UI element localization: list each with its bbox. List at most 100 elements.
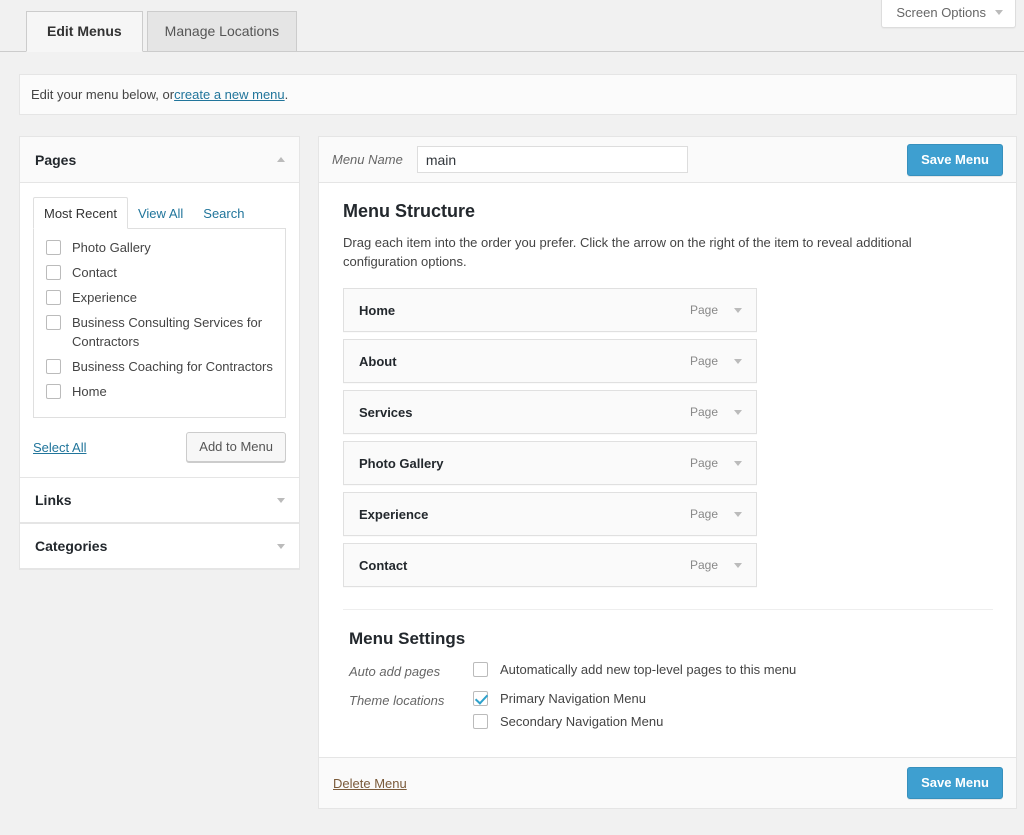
table-row[interactable]: Photo Gallery Page: [343, 441, 757, 485]
menu-editor-panel: Menu Name Save Menu Menu Structure Drag …: [318, 136, 1017, 809]
add-to-menu-button[interactable]: Add to Menu: [186, 432, 286, 462]
save-menu-button-bottom[interactable]: Save Menu: [907, 767, 1003, 799]
table-row[interactable]: Contact Page: [343, 543, 757, 587]
structure-help-text: Drag each item into the order you prefer…: [343, 235, 912, 269]
menu-item-meta: Page: [690, 456, 742, 470]
delete-menu-link[interactable]: Delete Menu: [333, 776, 407, 791]
menu-name-group: Menu Name: [332, 146, 688, 173]
pages-panel-body: Most Recent View All Search Photo Galler…: [20, 183, 299, 477]
select-all-link[interactable]: Select All: [33, 440, 86, 455]
chevron-down-icon[interactable]: [734, 307, 742, 313]
tab-list: Edit Menus Manage Locations: [26, 11, 301, 52]
menu-item-type: Page: [689, 507, 718, 521]
pages-tab-search-label: Search: [203, 206, 245, 221]
table-row[interactable]: Services Page: [343, 390, 757, 434]
chevron-down-icon[interactable]: [734, 460, 742, 466]
tab-edit-menus[interactable]: Edit Menus: [26, 11, 143, 52]
menu-editor-body: Menu Structure Drag each item into the o…: [319, 183, 1016, 729]
checkbox-business-consulting-services[interactable]: [46, 315, 61, 330]
chevron-down-icon[interactable]: [734, 562, 742, 568]
menu-item-title: Home: [359, 302, 396, 318]
pages-tab-most-recent[interactable]: Most Recent: [33, 197, 128, 229]
checkbox-auto-add-pages[interactable]: [473, 662, 488, 677]
tab-manage-locations-label: Manage Locations: [164, 23, 280, 39]
setting-row-auto-add: Auto add pages Automatically add new top…: [349, 662, 993, 679]
pages-checkbox-list: Photo Gallery Contact Experience Busines…: [33, 229, 286, 418]
chevron-up-icon[interactable]: [277, 157, 285, 162]
list-item[interactable]: Business Consulting Services for Contrac…: [46, 313, 273, 351]
menu-item-title: Contact: [359, 557, 408, 573]
list-item-label: Home: [72, 384, 107, 399]
accordion-header-links[interactable]: Links: [20, 477, 299, 523]
checkbox-experience[interactable]: [46, 290, 61, 305]
pages-tab-search[interactable]: Search: [193, 198, 254, 228]
secondary-nav-label: Secondary Navigation Menu: [500, 714, 664, 729]
save-menu-button-top[interactable]: Save Menu: [907, 143, 1003, 176]
chevron-down-icon[interactable]: [734, 409, 742, 415]
setting-row-theme-locations: Theme locations Primary Navigation Menu …: [349, 691, 993, 729]
checkbox-primary-navigation-menu[interactable]: [473, 691, 488, 706]
menu-items-list: Home Page About Page Services Page Photo…: [343, 288, 757, 587]
auto-add-option-label: Automatically add new top-level pages to…: [500, 662, 797, 677]
auto-add-pages-label: Auto add pages: [349, 664, 441, 679]
menu-item-meta: Page: [690, 405, 742, 419]
menu-name-input[interactable]: [416, 146, 688, 173]
list-item[interactable]: Experience: [46, 288, 273, 307]
tab-bar: Edit Menus Manage Locations: [0, 11, 1024, 52]
table-row[interactable]: About Page: [343, 339, 757, 383]
list-item-label: Experience: [72, 290, 138, 305]
page-title: Menu Structure: [343, 201, 476, 221]
list-item[interactable]: Photo Gallery: [46, 238, 273, 257]
checkbox-photo-gallery[interactable]: [46, 240, 61, 255]
chevron-down-icon[interactable]: [277, 497, 285, 503]
menu-item-meta: Page: [690, 354, 742, 368]
pages-tab-view-all[interactable]: View All: [128, 198, 193, 228]
list-item-label: Photo Gallery: [72, 240, 151, 255]
menu-settings-section: Menu Settings Auto add pages Automatical…: [343, 610, 993, 729]
tab-edit-menus-label: Edit Menus: [47, 23, 122, 39]
create-new-menu-link[interactable]: create a new menu: [174, 87, 285, 102]
primary-nav-label: Primary Navigation Menu: [500, 691, 646, 706]
menu-editor-footer: Delete Menu Save Menu: [319, 757, 1016, 808]
menu-item-type: Page: [689, 558, 718, 572]
sidebar: Pages Most Recent View All Search Photo …: [19, 136, 300, 570]
menu-item-meta: Page: [690, 558, 742, 572]
secondary-nav-checkbox-row[interactable]: Secondary Navigation Menu: [473, 714, 663, 729]
list-item-label: Business Consulting Services for Contrac…: [72, 315, 263, 349]
menu-settings-title: Menu Settings: [349, 629, 466, 648]
list-item[interactable]: Contact: [46, 263, 273, 282]
menu-item-type: Page: [689, 303, 718, 317]
table-row[interactable]: Home Page: [343, 288, 757, 332]
menu-item-type: Page: [689, 456, 718, 470]
auto-add-options: Automatically add new top-level pages to…: [473, 662, 796, 677]
theme-locations-label: Theme locations: [349, 693, 445, 708]
accordion-title-pages: Pages: [35, 151, 77, 168]
pages-tab-most-recent-label: Most Recent: [44, 206, 117, 221]
checkbox-secondary-navigation-menu[interactable]: [473, 714, 488, 729]
table-row[interactable]: Experience Page: [343, 492, 757, 536]
page-root: Screen Options Edit Menus Manage Locatio…: [0, 0, 1024, 835]
menu-item-title: Services: [359, 404, 413, 420]
list-item-label: Business Coaching for Contractors: [72, 359, 273, 374]
list-item[interactable]: Business Coaching for Contractors: [46, 357, 273, 376]
menu-item-title: Experience: [359, 506, 429, 522]
checkbox-home[interactable]: [46, 384, 61, 399]
accordion-title-links: Links: [35, 492, 72, 508]
tab-manage-locations[interactable]: Manage Locations: [146, 11, 298, 52]
accordion-header-categories[interactable]: Categories: [20, 523, 299, 569]
edit-menu-notice: Edit your menu below, or create a new me…: [19, 74, 1017, 115]
accordion-header-pages[interactable]: Pages: [20, 137, 299, 183]
chevron-down-icon[interactable]: [734, 358, 742, 364]
chevron-down-icon[interactable]: [734, 511, 742, 517]
primary-nav-checkbox-row[interactable]: Primary Navigation Menu: [473, 691, 663, 706]
pages-actions-row: Select All Add to Menu: [33, 418, 286, 477]
checkbox-business-coaching[interactable]: [46, 359, 61, 374]
notice-text-before: Edit your menu below, or: [31, 87, 175, 102]
chevron-down-icon[interactable]: [277, 543, 285, 549]
auto-add-checkbox-row[interactable]: Automatically add new top-level pages to…: [473, 662, 796, 677]
list-item[interactable]: Home: [46, 382, 273, 401]
menu-item-title: Photo Gallery: [359, 455, 444, 471]
menu-name-label: Menu Name: [332, 152, 403, 167]
notice-text-after: .: [284, 87, 289, 102]
checkbox-contact[interactable]: [46, 265, 61, 280]
